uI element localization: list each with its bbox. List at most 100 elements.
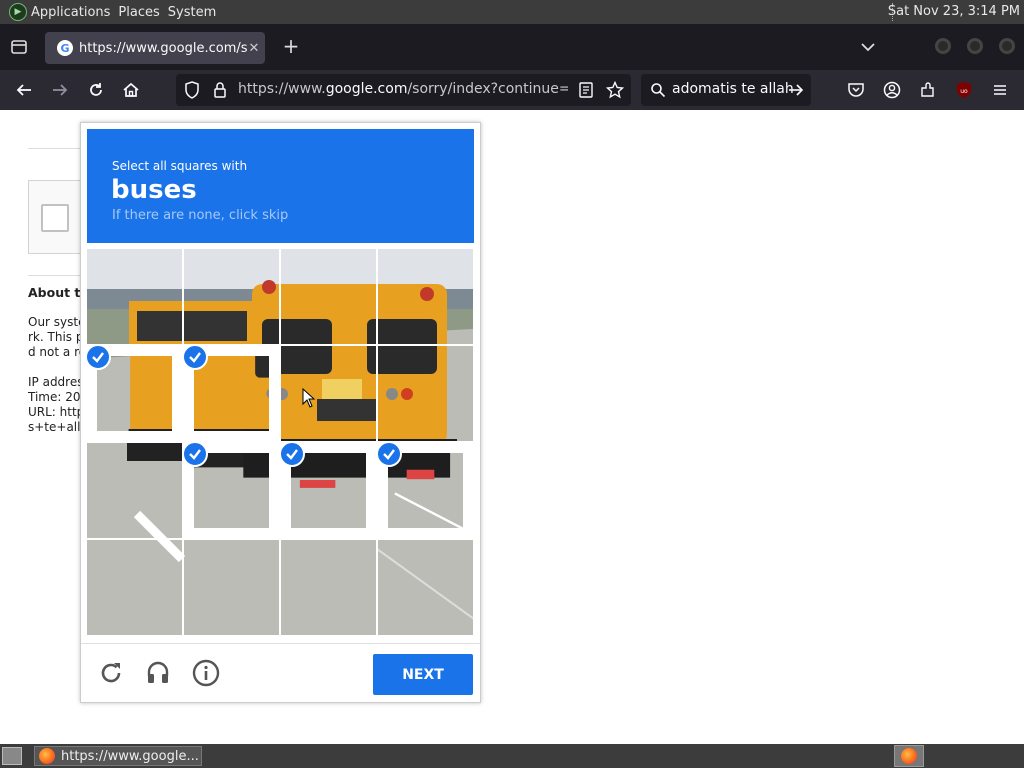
account-icon[interactable] — [880, 78, 904, 102]
captcha-tile-image — [97, 356, 172, 431]
workspace-switcher[interactable] — [894, 745, 924, 767]
reload-challenge-icon[interactable] — [97, 659, 125, 687]
captcha-tile[interactable] — [281, 540, 376, 635]
close-window-button[interactable] — [999, 38, 1015, 54]
system-menu[interactable]: System — [168, 5, 224, 20]
firefox-icon — [39, 748, 55, 764]
reload-icon[interactable] — [84, 78, 108, 102]
audio-challenge-icon[interactable] — [144, 659, 172, 687]
captcha-target: buses — [111, 175, 197, 205]
browser-tab[interactable]: G https://www.google.com/sorry/index?con… — [45, 32, 265, 64]
search-go-arrow-icon[interactable] — [788, 82, 804, 102]
chevron-down-icon[interactable] — [858, 37, 878, 57]
captcha-tile[interactable] — [184, 249, 279, 344]
time-line: Time: 20 — [28, 390, 81, 404]
url-line-continued: s+te+alla — [28, 420, 88, 434]
lock-icon[interactable] — [212, 81, 228, 103]
home-icon[interactable] — [119, 78, 143, 102]
captcha-tile[interactable] — [378, 443, 473, 538]
captcha-header: Select all squares with buses If there a… — [87, 129, 474, 243]
taskbar-window-title: https://www.google... — [61, 748, 199, 764]
divider — [28, 148, 80, 149]
captcha-tile[interactable] — [281, 443, 376, 538]
taskbar: https://www.google... — [0, 744, 1024, 768]
svg-text:uo: uo — [960, 88, 968, 95]
captcha-tile[interactable] — [87, 249, 182, 344]
show-desktop-button[interactable] — [2, 747, 22, 765]
captcha-tile-image — [378, 346, 473, 441]
mouse-cursor-icon — [302, 388, 316, 408]
url-bar[interactable]: https://www.google.com/sorry/index?conti… — [176, 74, 631, 106]
recaptcha-widget — [28, 180, 88, 254]
navigation-toolbar: https://www.google.com/sorry/index?conti… — [0, 70, 1024, 110]
firefox-icon — [901, 748, 917, 764]
forward-arrow-icon[interactable] — [48, 78, 72, 102]
captcha-tile-image — [184, 249, 279, 344]
captcha-instruction: Select all squares with — [112, 159, 248, 173]
applications-icon[interactable]: ▶ — [9, 3, 27, 21]
tab-strip: G https://www.google.com/sorry/index?con… — [0, 24, 1024, 70]
url-domain: google.com — [325, 81, 408, 97]
body-line: Our syste — [28, 315, 86, 329]
reader-view-icon[interactable] — [578, 82, 594, 102]
search-bar[interactable]: adomatis te allah — [641, 74, 811, 106]
search-icon — [650, 82, 666, 102]
url-line: URL: http — [28, 405, 85, 419]
applications-menu[interactable]: Applications — [31, 5, 118, 20]
ublock-origin-icon[interactable]: uo — [952, 78, 976, 102]
recaptcha-checkbox[interactable] — [41, 204, 69, 232]
captcha-footer: NEXT — [81, 643, 480, 703]
google-favicon-icon: G — [57, 40, 73, 56]
back-arrow-icon[interactable] — [12, 78, 36, 102]
captcha-tile-image — [184, 540, 279, 635]
tab-title: https://www.google.com/sorry/index?conti… — [79, 40, 247, 56]
pocket-icon[interactable] — [844, 78, 868, 102]
captcha-tile-image — [87, 443, 182, 538]
maximize-button[interactable] — [967, 38, 983, 54]
captcha-tile[interactable] — [184, 443, 279, 538]
captcha-tile-image — [281, 540, 376, 635]
captcha-tile[interactable] — [281, 346, 376, 441]
captcha-tile-image — [87, 540, 182, 635]
captcha-tile-image — [87, 249, 182, 344]
minimize-button[interactable] — [935, 38, 951, 54]
divider — [28, 275, 80, 276]
next-button[interactable]: NEXT — [373, 654, 473, 695]
captcha-tile-image — [388, 453, 463, 528]
new-tab-button[interactable]: + — [281, 36, 301, 56]
top-panel: ▶ Applications Places System Sat Nov 23,… — [0, 0, 1024, 24]
info-icon[interactable] — [192, 659, 220, 687]
extensions-icon[interactable] — [916, 78, 940, 102]
captcha-tile-image — [378, 249, 473, 344]
captcha-tile-image — [281, 249, 376, 344]
captcha-tile[interactable] — [87, 443, 182, 538]
list-all-tabs-icon[interactable] — [8, 36, 30, 58]
taskbar-window-button[interactable]: https://www.google... — [34, 746, 202, 766]
bookmark-star-icon[interactable] — [605, 80, 625, 103]
url-path: /sorry/index?continue=https — [407, 81, 568, 97]
captcha-tile-image — [291, 453, 366, 528]
ip-address-line: IP addres — [28, 375, 84, 389]
captcha-hint: If there are none, click skip — [112, 208, 289, 223]
close-tab-icon[interactable]: ✕ — [247, 41, 261, 56]
captcha-tile-image — [378, 540, 473, 635]
captcha-tile[interactable] — [378, 346, 473, 441]
search-text: adomatis te allah — [672, 81, 794, 97]
captcha-tile[interactable] — [281, 249, 376, 344]
url-prefix: https://www. — [238, 81, 326, 97]
captcha-tile-image — [194, 356, 269, 431]
captcha-tile[interactable] — [378, 540, 473, 635]
captcha-tile[interactable] — [378, 249, 473, 344]
url-text[interactable]: https://www.google.com/sorry/index?conti… — [238, 81, 568, 97]
captcha-tile[interactable] — [184, 540, 279, 635]
captcha-tile[interactable] — [87, 346, 182, 441]
body-line: d not a ro — [28, 345, 87, 359]
shield-icon[interactable] — [184, 81, 200, 103]
hamburger-menu-icon[interactable] — [988, 78, 1012, 102]
clock[interactable]: Sat Nov 23, 3:14 PM — [888, 4, 1020, 19]
captcha-tile[interactable] — [87, 540, 182, 635]
captcha-challenge-dialog: Select all squares with buses If there a… — [80, 122, 481, 703]
captcha-tile[interactable] — [184, 346, 279, 441]
captcha-image-grid — [87, 249, 474, 636]
places-menu[interactable]: Places — [118, 5, 167, 20]
